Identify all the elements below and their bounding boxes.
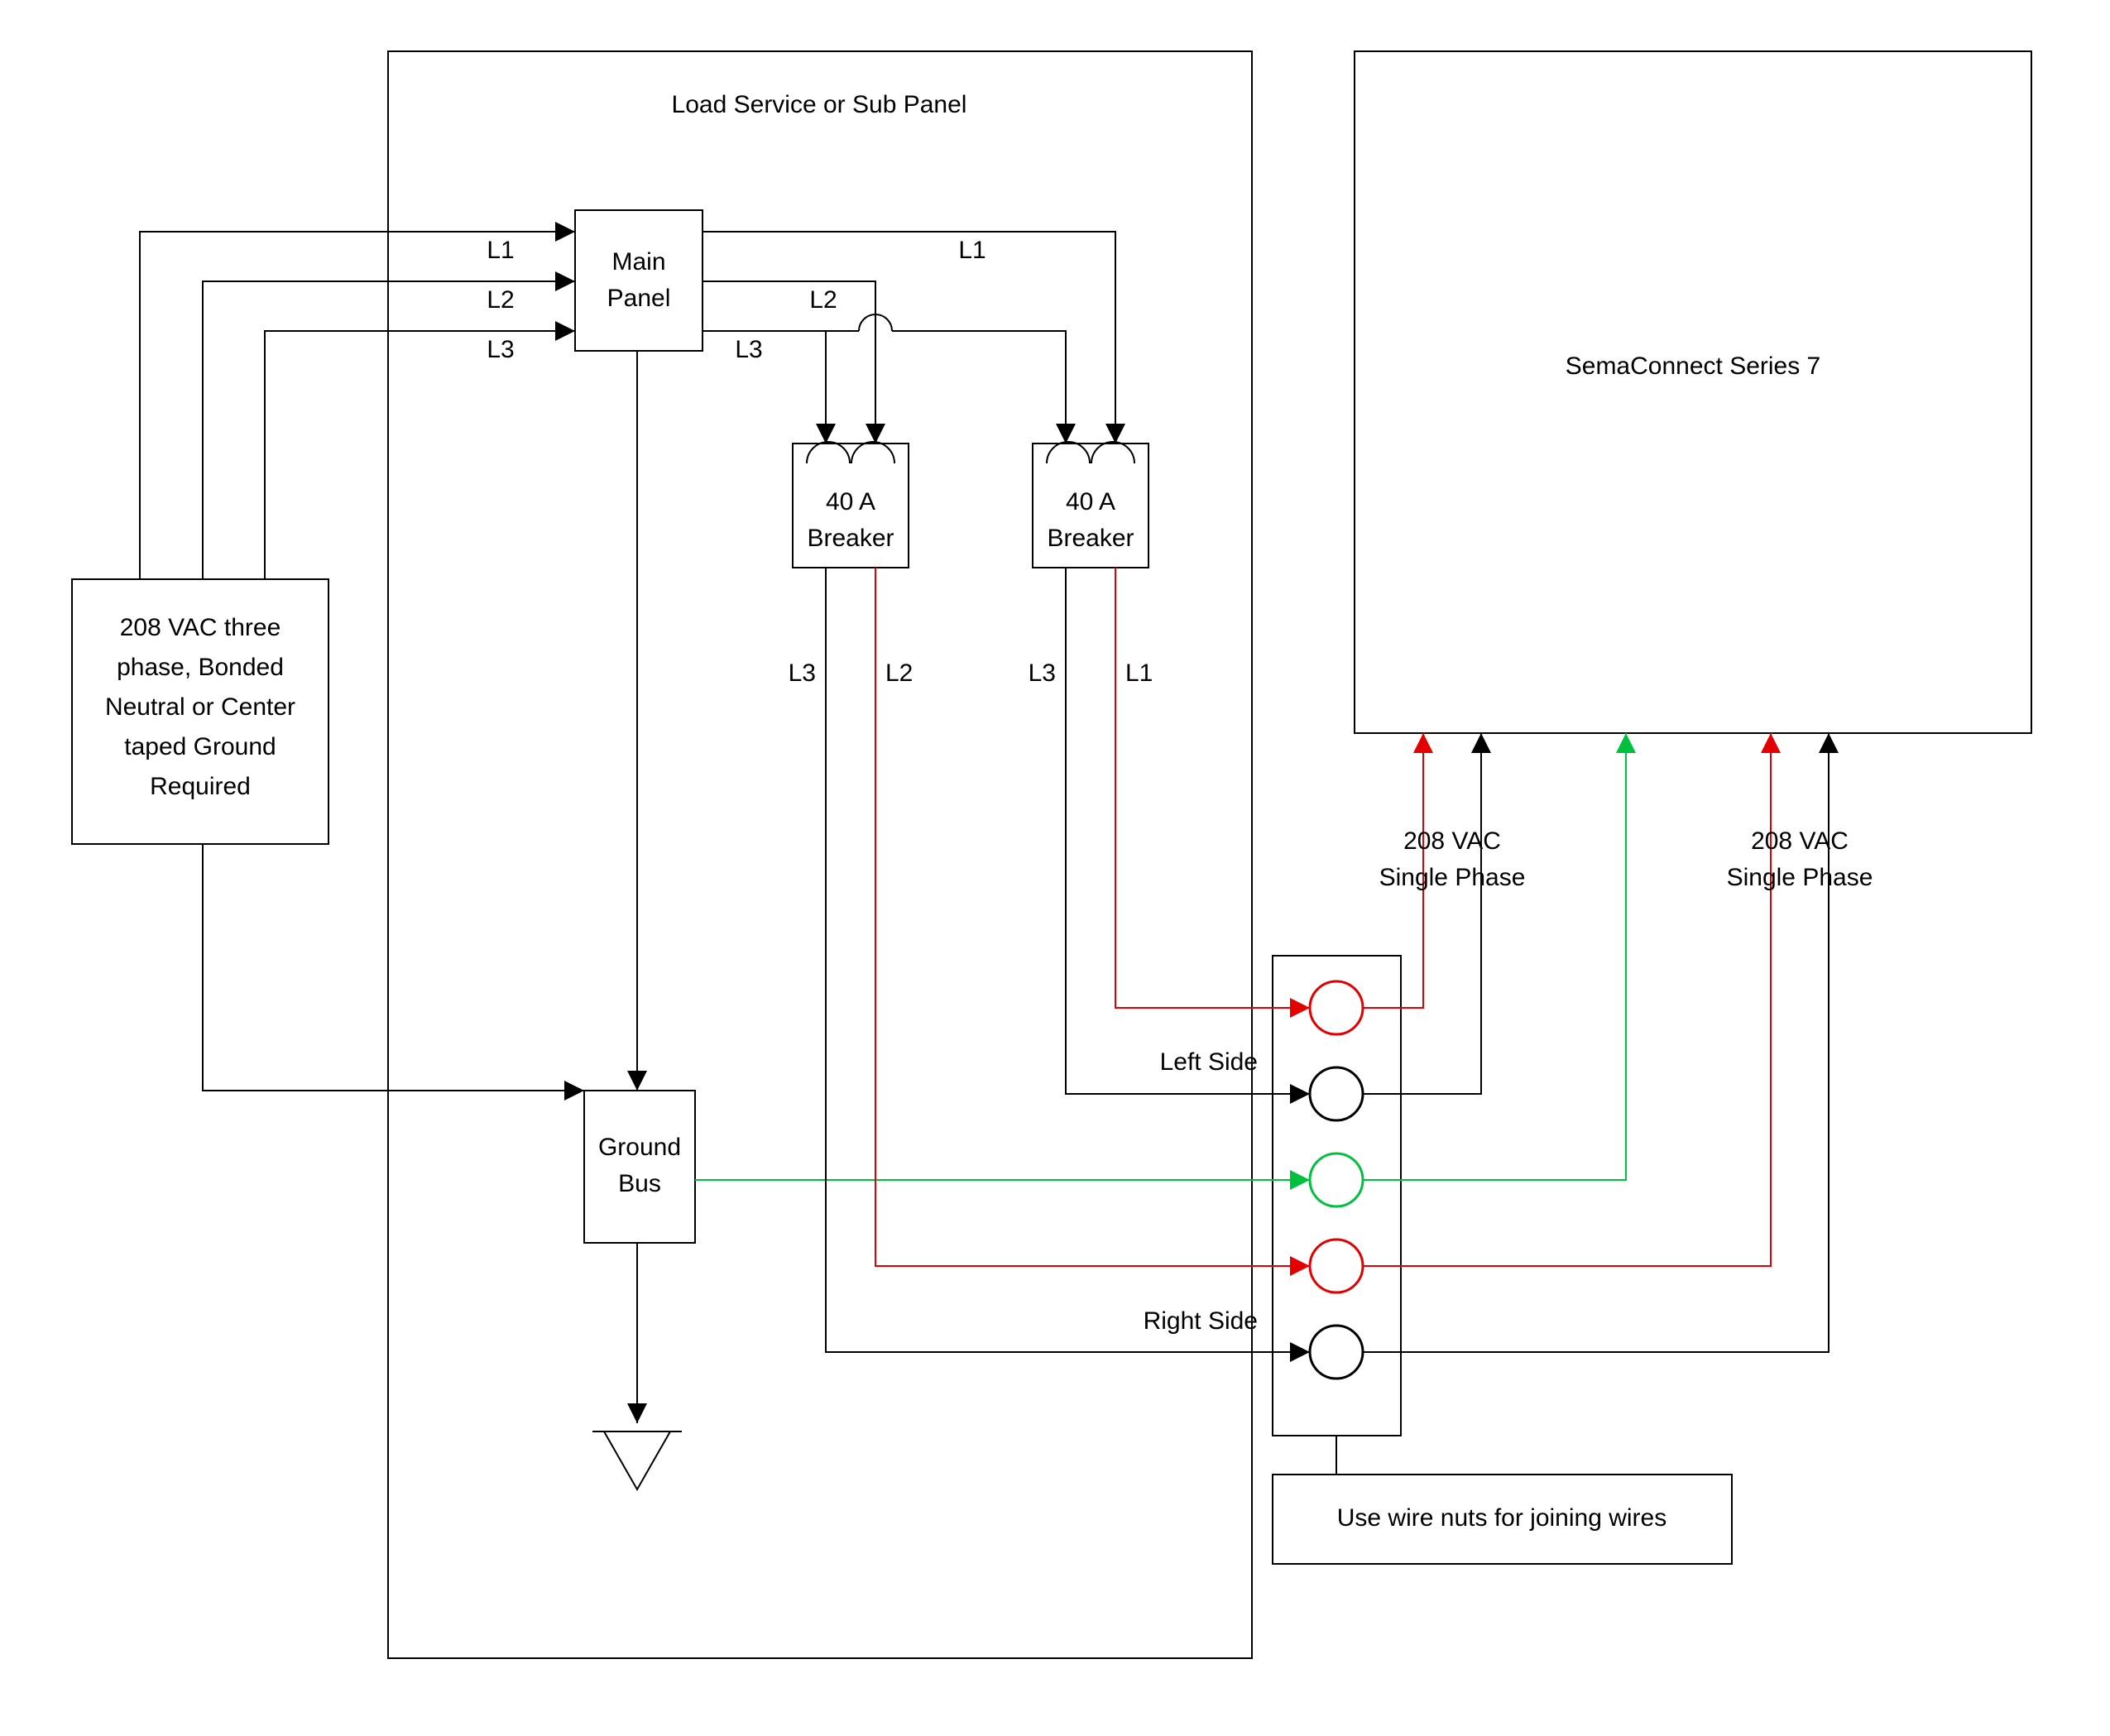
source-line3: Neutral or Center [105,693,295,721]
right-side-label: Right Side [1144,1307,1258,1335]
wiring-diagram: Load Service or Sub Panel 208 VAC three … [0,0,2110,1736]
label-l3-in: L3 [487,336,514,363]
label-mp-l3: L3 [735,336,762,363]
label-l1-in: L1 [487,237,514,264]
arrow-nut2-dev [1471,733,1491,753]
left-side-label: Left Side [1160,1048,1258,1076]
main-panel-box [575,210,703,351]
ground-bus-line1: Ground [598,1134,681,1161]
source-line1: 208 VAC three [120,614,281,641]
device-label: SemaConnect Series 7 [1566,352,1821,380]
note-text: Use wire nuts for joining wires [1337,1504,1666,1532]
out1-line1: 208 VAC [1403,827,1501,855]
nut-4-red [1310,1240,1363,1292]
breaker1-line1: 40 A [826,488,875,516]
ground-bus-box [584,1091,695,1243]
b1-l3-label: L3 [789,659,816,687]
breaker2-line1: 40 A [1066,488,1115,516]
arrow-nut4-dev [1761,733,1781,753]
breaker2-line2: Breaker [1047,525,1134,552]
out2-line1: 208 VAC [1751,827,1849,855]
b2-l3-label: L3 [1029,659,1056,687]
source-line4: taped Ground [124,733,276,760]
b1-l2-label: L2 [885,659,913,687]
arrow-nut3-dev [1616,733,1636,753]
source-line2: phase, Bonded [117,654,284,681]
label-mp-l1: L1 [958,237,985,264]
wire-nut5-dev [1363,733,1829,1352]
source-line5: Required [150,773,251,800]
main-panel-line2: Panel [607,285,671,312]
panel-title: Load Service or Sub Panel [672,91,967,118]
nut-3-green [1310,1153,1363,1206]
arrow-nut1-dev [1413,733,1433,753]
wire-nut3-dev [1363,733,1626,1180]
b2-l1-label: L1 [1125,659,1153,687]
out1-line2: Single Phase [1379,864,1526,891]
main-panel-line1: Main [611,248,665,276]
arrow-nut5-dev [1819,733,1839,753]
ground-bus-line2: Bus [618,1170,661,1197]
out2-line2: Single Phase [1727,864,1873,891]
label-mp-l2: L2 [809,286,837,314]
label-l2-in: L2 [487,286,514,314]
nut-5-black [1310,1326,1363,1379]
nut-1-red [1310,981,1363,1034]
device-box [1355,51,2031,733]
breaker1-line2: Breaker [807,525,894,552]
nut-2-black [1310,1067,1363,1120]
